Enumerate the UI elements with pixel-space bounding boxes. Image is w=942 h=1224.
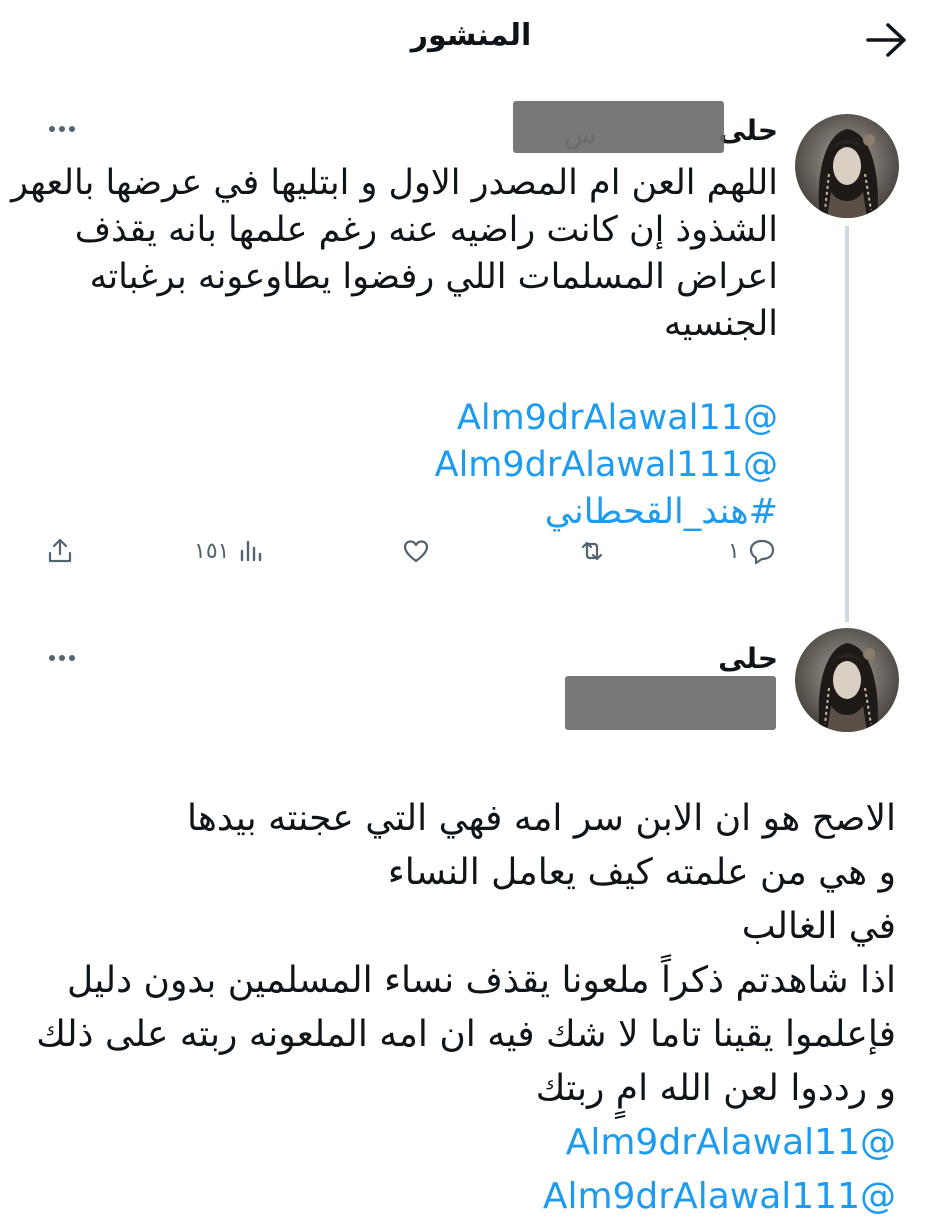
more-icon[interactable] — [47, 653, 77, 663]
avatar[interactable] — [795, 628, 899, 732]
tweet-actions: ١ ١٥١ — [0, 533, 942, 569]
like-icon — [403, 540, 429, 563]
share-icon — [48, 538, 72, 563]
mention-link[interactable]: @Alm9drAlawal11 — [36, 1116, 896, 1170]
top-bar: المنشور — [0, 0, 942, 80]
tweet-line: اللهم العن ام المصدر الاول و ابتليها في … — [0, 163, 778, 203]
tweet-line: الشذوذ إن كانت راضيه عنه رغم علمها بانه … — [74, 210, 778, 250]
tweet-line: اذا شاهدتم ذكراً ملعونا يقذف نساء المسلم… — [66, 960, 896, 1001]
mention-link[interactable]: @Alm9drAlawal111 — [36, 1170, 896, 1224]
tweet-line: الجنسيه — [663, 304, 778, 344]
retweet-button[interactable] — [578, 533, 614, 569]
reply-button[interactable]: ١ — [728, 533, 776, 569]
tweet-line: فإعلموا يقينا تاما لا شك فيه ان امه المل… — [36, 1014, 896, 1055]
hashtag-link[interactable]: #هند_القحطاني — [38, 489, 778, 536]
tweet-line: في الغالب — [741, 906, 896, 947]
avatar[interactable] — [795, 114, 899, 218]
reply-count: ١ — [728, 538, 740, 564]
tweet-line: الاصح هو ان الابن سر امه فهي التي عجنته … — [186, 798, 896, 839]
tweet-line: و رددوا لعن الله امٍ ربتك — [535, 1068, 896, 1109]
author-name[interactable]: حلى — [718, 642, 778, 675]
tweet-line: و هي من علمته كيف يعامل النساء — [387, 852, 896, 893]
mention-link[interactable]: @Alm9drAlawal111 — [38, 442, 778, 489]
retweet-icon — [581, 541, 603, 561]
like-button[interactable] — [402, 533, 438, 569]
mention-link[interactable]: @Alm9drAlawal11 — [38, 395, 778, 442]
share-button[interactable] — [46, 533, 74, 569]
tweet-text: اللهم العن ام المصدر الاول و ابتليها في … — [0, 160, 778, 536]
more-icon[interactable] — [47, 124, 77, 134]
tweet-text: الاصح هو ان الابن سر امه فهي التي عجنته … — [36, 792, 896, 1224]
page-title: المنشور — [410, 18, 532, 53]
author-name[interactable]: حلى — [718, 114, 778, 147]
redaction-box — [565, 676, 776, 730]
views-icon — [241, 540, 262, 562]
views-count: ١٥١ — [194, 538, 230, 564]
redaction-box — [513, 101, 724, 153]
back-arrow-icon[interactable] — [862, 20, 910, 60]
tweet-line: اعراض المسلمات اللي رفضوا يطاوعونه برغبا… — [89, 257, 778, 297]
reply-icon — [749, 539, 774, 565]
views-button[interactable]: ١٥١ — [194, 533, 265, 569]
